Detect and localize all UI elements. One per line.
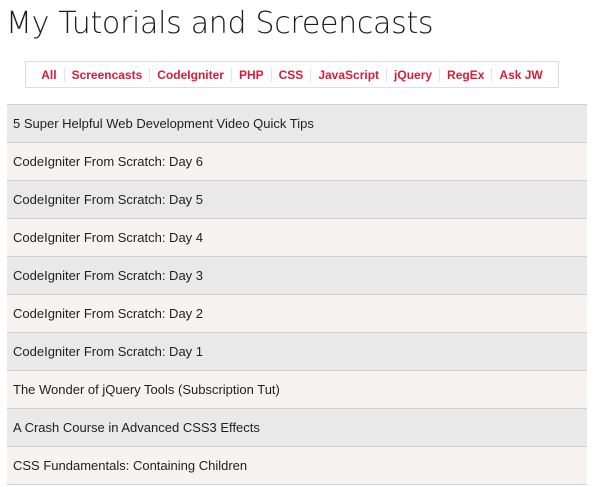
filter-regex[interactable]: RegEx	[439, 67, 491, 82]
tutorial-title[interactable]: CodeIgniter From Scratch: Day 6	[13, 154, 203, 169]
filter-codeigniter[interactable]: CodeIgniter	[149, 67, 231, 82]
filter-all[interactable]: All	[34, 68, 63, 82]
tutorial-title[interactable]: CodeIgniter From Scratch: Day 1	[13, 344, 203, 359]
filter-css[interactable]: CSS	[270, 67, 311, 82]
filter-ask-jw[interactable]: Ask JW	[491, 67, 549, 82]
tutorial-row[interactable]: CodeIgniter From Scratch: Day 6	[7, 143, 587, 181]
filter-javascript[interactable]: JavaScript	[310, 67, 386, 82]
tutorial-row[interactable]: The Wonder of jQuery Tools (Subscription…	[7, 371, 587, 409]
filter-screencasts[interactable]: Screencasts	[63, 67, 150, 82]
tutorial-title[interactable]: CodeIgniter From Scratch: Day 5	[13, 192, 203, 207]
tutorial-row[interactable]: CodeIgniter From Scratch: Day 2	[7, 295, 587, 333]
tutorial-row[interactable]: CodeIgniter From Scratch: Day 4	[7, 219, 587, 257]
tutorial-title[interactable]: 5 Super Helpful Web Development Video Qu…	[13, 116, 314, 131]
tutorial-title[interactable]: CodeIgniter From Scratch: Day 2	[13, 306, 203, 321]
tutorial-title[interactable]: CSS Fundamentals: Containing Children	[13, 458, 247, 473]
category-filter-bar: All Screencasts CodeIgniter PHP CSS Java…	[25, 61, 559, 88]
tutorial-list: 5 Super Helpful Web Development Video Qu…	[7, 104, 587, 485]
filter-php[interactable]: PHP	[230, 67, 271, 82]
tutorial-title[interactable]: CodeIgniter From Scratch: Day 3	[13, 268, 203, 283]
tutorial-title[interactable]: CodeIgniter From Scratch: Day 4	[13, 230, 203, 245]
tutorial-row[interactable]: 5 Super Helpful Web Development Video Qu…	[7, 105, 587, 143]
tutorial-title[interactable]: A Crash Course in Advanced CSS3 Effects	[13, 420, 260, 435]
tutorial-row[interactable]: CodeIgniter From Scratch: Day 5	[7, 181, 587, 219]
tutorial-title[interactable]: The Wonder of jQuery Tools (Subscription…	[13, 382, 280, 397]
tutorial-row[interactable]: CodeIgniter From Scratch: Day 1	[7, 333, 587, 371]
page-title: My Tutorials and Screencasts	[6, 6, 434, 41]
tutorial-row[interactable]: A Crash Course in Advanced CSS3 Effects	[7, 409, 587, 447]
filter-jquery[interactable]: jQuery	[386, 67, 439, 82]
tutorial-row[interactable]: CSS Fundamentals: Containing Children	[7, 447, 587, 485]
tutorial-row[interactable]: CodeIgniter From Scratch: Day 3	[7, 257, 587, 295]
